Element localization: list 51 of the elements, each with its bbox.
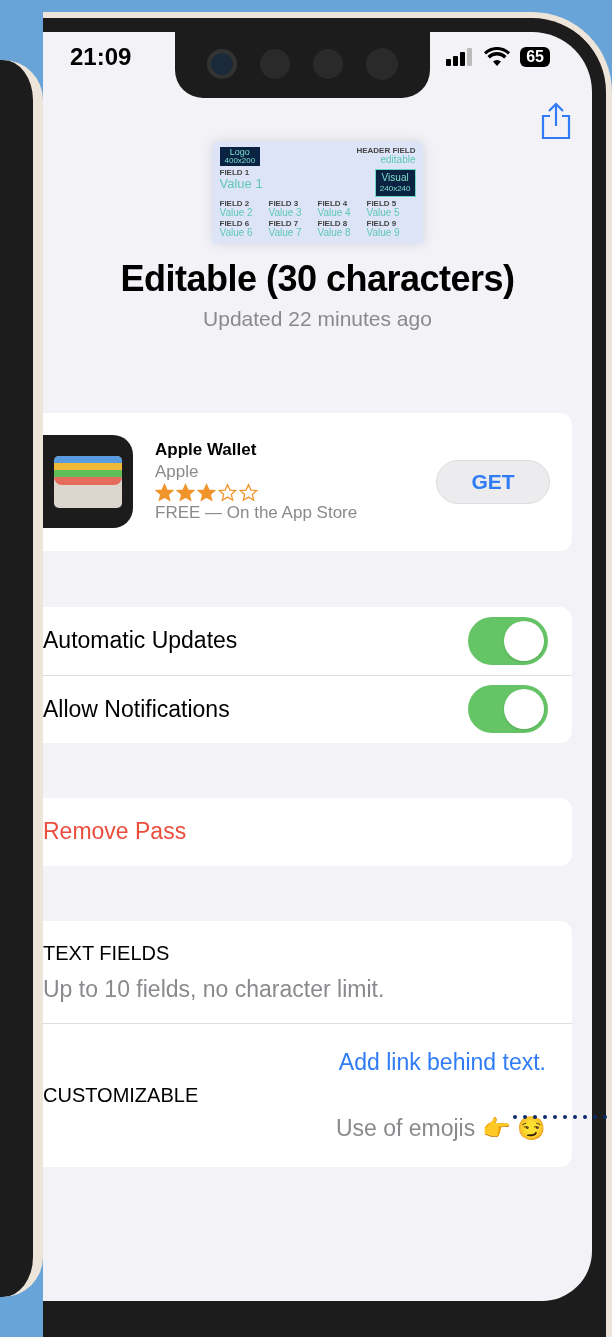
field-label: FIELD 5 xyxy=(366,200,398,208)
setting-label: Automatic Updates xyxy=(43,626,238,656)
star-icon xyxy=(218,483,237,502)
field-value: Value 7 xyxy=(268,228,303,238)
app-price: FREE — On the App Store xyxy=(155,502,359,524)
battery-level: 65 xyxy=(520,47,550,67)
star-icon xyxy=(197,483,216,502)
visual-size: 240x240 xyxy=(379,185,411,193)
logo-label: Logo xyxy=(229,148,250,157)
field-label: FIELD 4 xyxy=(317,200,349,208)
field-value: Value 1 xyxy=(219,177,263,190)
field-label: FIELD 3 xyxy=(268,200,300,208)
star-icon xyxy=(155,483,174,502)
app-name: Apple Wallet xyxy=(155,439,258,461)
field-value: Value 2 xyxy=(219,208,254,218)
pass-title: Editable (30 characters) xyxy=(119,257,516,301)
section-heading: CUSTOMIZABLE xyxy=(43,1083,199,1108)
updated-text: Updated 22 minutes ago xyxy=(202,306,433,332)
field-label: FIELD 2 xyxy=(219,200,251,208)
field-label: FIELD 9 xyxy=(366,220,398,228)
emoji-note: Use of emojis 👉 😏 xyxy=(335,1114,546,1143)
text-link[interactable]: Add link behind text. xyxy=(338,1044,546,1079)
star-icon xyxy=(239,483,258,502)
field-value: Value 8 xyxy=(317,228,352,238)
toggle-switch[interactable] xyxy=(468,616,548,665)
toggle-switch[interactable] xyxy=(468,685,548,733)
field-value: Value 4 xyxy=(317,208,352,218)
field-value: Value 6 xyxy=(219,228,254,238)
setting-label: Allow Notifications xyxy=(43,694,230,724)
signal-icon xyxy=(446,48,475,66)
logo-size: 400x200 xyxy=(224,157,256,165)
app-developer: Apple xyxy=(155,461,200,483)
field-value: Value 9 xyxy=(366,228,401,238)
info-text: Up to 10 fields, no character limit. xyxy=(43,975,386,1002)
get-button[interactable]: GET xyxy=(436,459,550,504)
star-icon xyxy=(176,483,195,502)
status-time: 21:09 xyxy=(70,42,132,72)
visual-label: Visual xyxy=(381,173,409,183)
section-heading: TEXT FIELDS xyxy=(43,941,171,964)
field-label: FIELD 1 xyxy=(219,169,251,177)
field-value: editable xyxy=(380,155,416,165)
share-icon[interactable] xyxy=(540,102,572,140)
field-label: FIELD 7 xyxy=(268,220,300,228)
wifi-icon xyxy=(484,47,511,67)
field-label: HEADER FIELD xyxy=(356,147,416,155)
field-value: Value 3 xyxy=(268,208,303,218)
remove-pass-button[interactable]: Remove Pass xyxy=(43,797,572,866)
field-value: Value 5 xyxy=(366,208,401,218)
wallet-app-icon xyxy=(43,435,133,528)
field-label: FIELD 6 xyxy=(219,220,251,228)
field-label: FIELD 8 xyxy=(317,220,349,228)
